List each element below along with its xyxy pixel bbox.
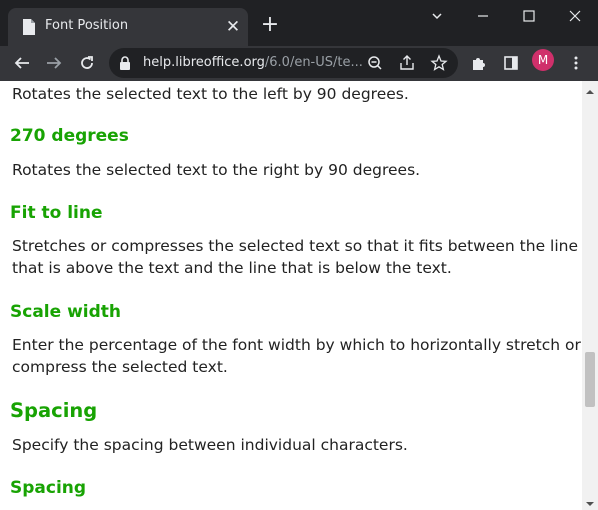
- heading-270-degrees: 270 degrees: [10, 126, 129, 146]
- paragraph-scale-line-2: compress the selected text.: [12, 358, 228, 376]
- address-bar[interactable]: help.libreoffice.org/6.0/en-US/te...: [109, 48, 458, 78]
- scroll-down-arrow-icon[interactable]: [582, 495, 598, 507]
- side-panel-icon[interactable]: [497, 49, 525, 77]
- heading-spacing-sub: Spacing: [10, 478, 87, 498]
- browser-toolbar: help.libreoffice.org/6.0/en-US/te...: [0, 46, 598, 81]
- paragraph-spacing: Specify the spacing between individual c…: [12, 436, 408, 454]
- tab-search-icon[interactable]: [414, 0, 460, 32]
- browser-tab[interactable]: Font Position ✕: [8, 8, 248, 46]
- paragraph-270: Rotates the selected text to the right b…: [12, 161, 421, 179]
- vertical-scrollbar[interactable]: [582, 81, 598, 510]
- reload-icon[interactable]: [73, 49, 101, 77]
- maximize-icon[interactable]: [506, 0, 552, 32]
- page-content: Rotates the selected text to the left by…: [0, 81, 582, 510]
- paragraph-fit-line-2: that is above the text and the line that…: [12, 259, 452, 277]
- heading-fit-to-line: Fit to line: [10, 203, 103, 223]
- close-tab-icon[interactable]: ✕: [222, 16, 244, 38]
- new-tab-icon[interactable]: +: [258, 13, 282, 37]
- document-icon: [23, 19, 35, 35]
- tab-title: Font Position: [45, 18, 129, 33]
- minimize-icon[interactable]: [460, 0, 506, 32]
- forward-arrow-icon[interactable]: [40, 49, 68, 77]
- close-window-icon[interactable]: [552, 0, 598, 32]
- profile-avatar[interactable]: M: [532, 49, 554, 71]
- paragraph-90-left: Rotates the selected text to the left by…: [12, 85, 409, 103]
- lock-icon[interactable]: [119, 56, 131, 70]
- url-text[interactable]: help.libreoffice.org/6.0/en-US/te...: [143, 55, 363, 70]
- bookmark-star-icon[interactable]: [429, 53, 449, 73]
- scroll-up-arrow-icon[interactable]: [582, 83, 598, 95]
- menu-kebab-icon[interactable]: [562, 49, 590, 77]
- url-path: /6.0/en-US/te...: [264, 55, 363, 70]
- scrollbar-thumb[interactable]: [585, 352, 595, 407]
- zoom-icon[interactable]: [365, 53, 385, 73]
- tab-strip: Font Position ✕ +: [0, 0, 598, 46]
- heading-scale-width: Scale width: [10, 302, 121, 322]
- share-icon[interactable]: [397, 53, 417, 73]
- extensions-puzzle-icon[interactable]: [465, 49, 493, 77]
- url-host: help.libreoffice.org: [143, 55, 265, 70]
- back-arrow-icon[interactable]: [8, 49, 36, 77]
- paragraph-fit-line-1: Stretches or compresses the selected tex…: [12, 237, 578, 255]
- heading-spacing: Spacing: [10, 399, 98, 422]
- paragraph-scale-line-1: Enter the percentage of the font width b…: [12, 336, 581, 354]
